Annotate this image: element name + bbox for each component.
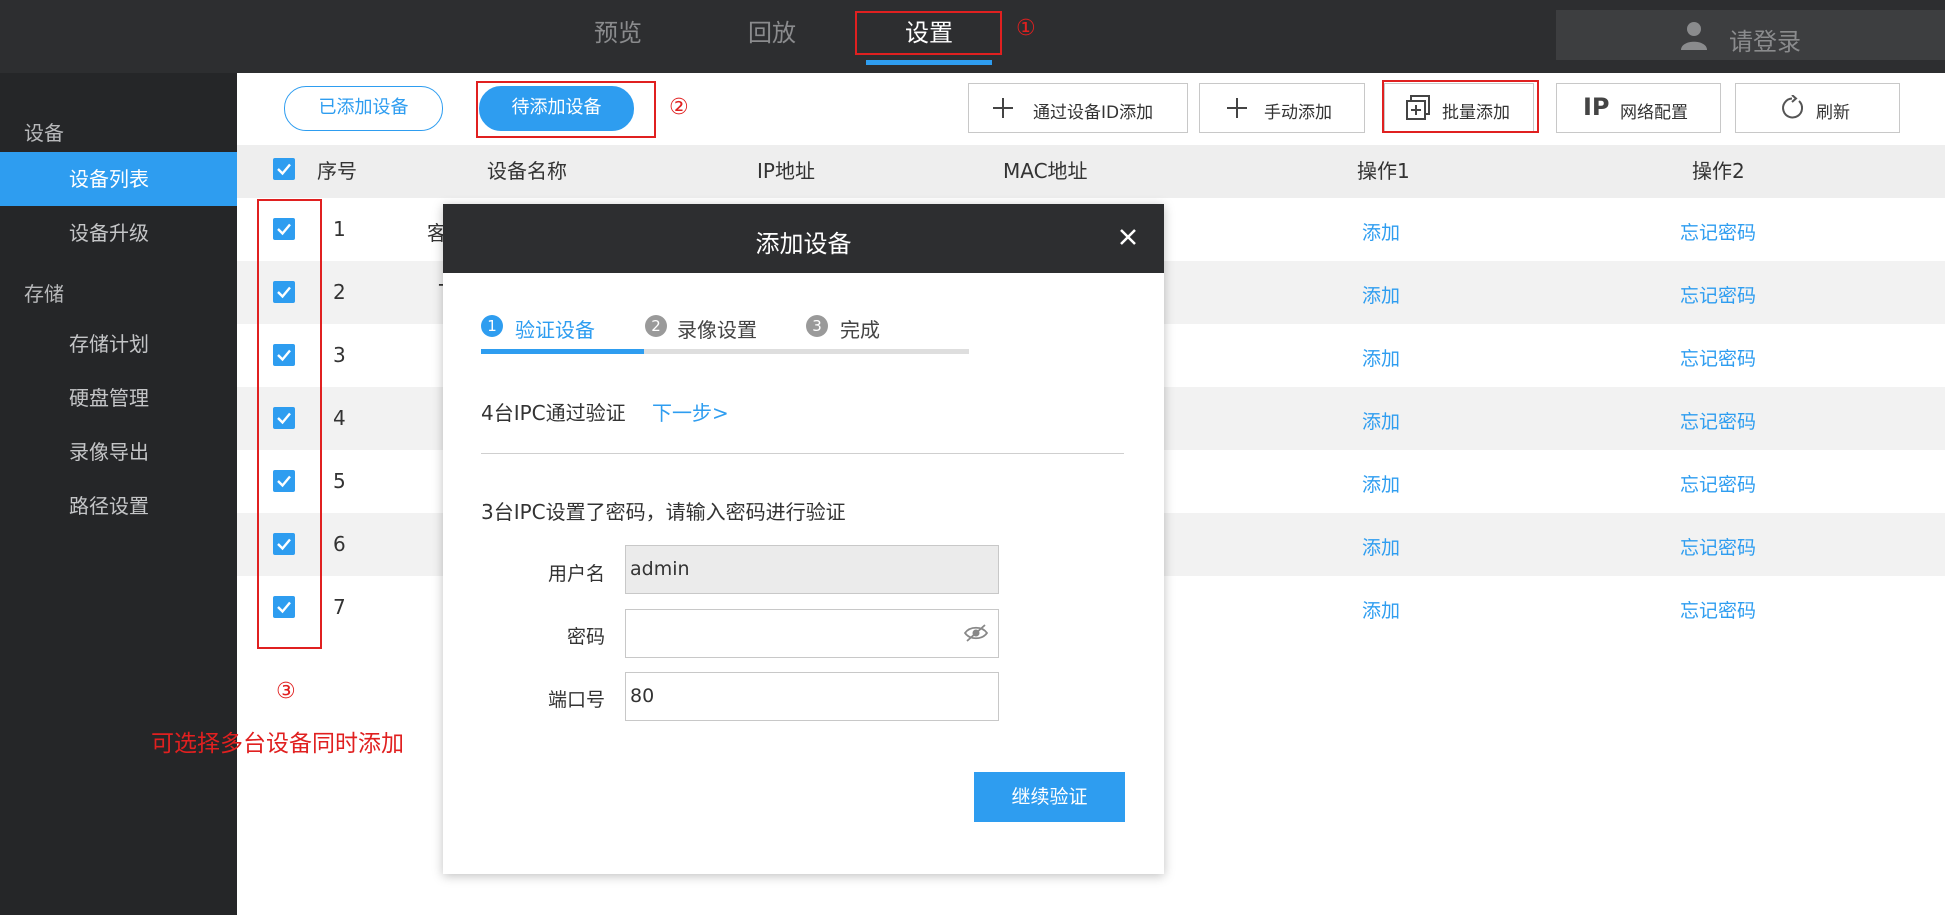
table-header: 序号 设备名称 IP地址 MAC地址 操作1 操作2	[237, 145, 1945, 198]
sidebar-item-disk-management[interactable]: 硬盘管理	[0, 371, 237, 425]
step-progress-fill	[481, 349, 644, 354]
divider	[481, 453, 1124, 454]
eye-hidden-icon[interactable]	[963, 623, 989, 643]
refresh-label: 刷新	[1816, 103, 1850, 123]
plus-icon	[993, 98, 1013, 118]
annotation-marker-3: ③	[276, 679, 296, 704]
verified-count-text: 4台IPC通过验证	[481, 401, 626, 425]
row-number: 5	[333, 469, 346, 493]
add-device-dialog: 添加设备 1 验证设备 2 录像设置 3 完成 4台IPC通过验证 下一步> 3…	[443, 204, 1164, 874]
active-tab-indicator	[866, 60, 992, 65]
row-forgot-password-link[interactable]: 忘记密码	[1680, 596, 1756, 623]
row-number: 3	[333, 343, 346, 367]
tab-playback[interactable]: 回放	[722, 0, 822, 68]
annotation-box-2	[476, 81, 656, 138]
row-number: 2	[333, 280, 346, 304]
manual-add-button[interactable]: 手动添加	[1199, 83, 1365, 133]
username-field[interactable]: admin	[625, 545, 999, 594]
network-config-button[interactable]: IP 网络配置	[1556, 83, 1721, 133]
row-forgot-password-link[interactable]: 忘记密码	[1680, 470, 1756, 497]
tab-preview[interactable]: 预览	[568, 0, 668, 68]
row-number: 4	[333, 406, 346, 430]
row-add-link[interactable]: 添加	[1362, 344, 1400, 371]
dialog-title: 添加设备	[755, 230, 852, 258]
password-prompt-text: 3台IPC设置了密码，请输入密码进行验证	[481, 500, 846, 524]
next-step-link[interactable]: 下一步>	[652, 397, 729, 426]
sidebar-item-device-upgrade[interactable]: 设备升级	[0, 206, 237, 260]
add-by-id-label: 通过设备ID添加	[1033, 103, 1154, 123]
annotation-box-3	[257, 199, 322, 649]
user-icon	[1681, 22, 1707, 50]
step-2-badge: 2	[645, 315, 667, 337]
row-forgot-password-link[interactable]: 忘记密码	[1680, 281, 1756, 308]
step-1-badge: 1	[481, 315, 503, 337]
add-by-id-button[interactable]: 通过设备ID添加	[968, 83, 1188, 133]
row-forgot-password-link[interactable]: 忘记密码	[1680, 218, 1756, 245]
sidebar-item-storage-plan[interactable]: 存储计划	[0, 317, 237, 371]
row-forgot-password-link[interactable]: 忘记密码	[1680, 533, 1756, 560]
step-3-label: 完成	[840, 318, 880, 342]
sidebar-item-device-list[interactable]: 设备列表	[0, 152, 237, 206]
annotation-marker-1: ①	[1016, 16, 1036, 41]
row-number: 6	[333, 532, 346, 556]
column-header-op2: 操作2	[1692, 159, 1745, 183]
dialog-header: 添加设备	[443, 204, 1164, 273]
network-config-label: 网络配置	[1620, 103, 1688, 123]
sidebar-group-storage: 存储	[24, 282, 64, 306]
annotation-note-3: 可选择多台设备同时添加	[151, 731, 404, 757]
column-header-mac: MAC地址	[1003, 159, 1088, 183]
refresh-icon	[1782, 95, 1804, 119]
continue-verify-button[interactable]: 继续验证	[974, 772, 1125, 822]
row-add-link[interactable]: 添加	[1362, 596, 1400, 623]
column-header-ip: IP地址	[757, 159, 815, 183]
sidebar-item-path-settings[interactable]: 路径设置	[0, 479, 237, 533]
row-forgot-password-link[interactable]: 忘记密码	[1680, 407, 1756, 434]
row-add-link[interactable]: 添加	[1362, 470, 1400, 497]
username-label: 用户名	[547, 563, 605, 585]
check-icon	[277, 163, 291, 176]
column-header-device-name: 设备名称	[487, 159, 567, 183]
annotation-marker-2: ②	[669, 95, 689, 120]
password-field[interactable]	[625, 609, 999, 658]
password-label: 密码	[566, 626, 605, 648]
annotation-box-4	[1382, 80, 1539, 133]
sidebar-item-record-export[interactable]: 录像导出	[0, 425, 237, 479]
step-2-label: 录像设置	[677, 318, 757, 342]
manual-add-label: 手动添加	[1264, 103, 1332, 123]
added-devices-button[interactable]: 已添加设备	[284, 86, 443, 131]
sidebar: 设备 设备列表 设备升级 存储 存储计划 硬盘管理 录像导出 路径设置	[0, 73, 237, 915]
column-header-no: 序号	[317, 159, 357, 183]
row-forgot-password-link[interactable]: 忘记密码	[1680, 344, 1756, 371]
row-add-link[interactable]: 添加	[1362, 281, 1400, 308]
login-label[interactable]: 请登录	[1729, 22, 1801, 57]
port-field[interactable]: 80	[625, 672, 999, 721]
row-add-link[interactable]: 添加	[1362, 218, 1400, 245]
refresh-button[interactable]: 刷新	[1735, 83, 1900, 133]
column-header-op1: 操作1	[1357, 159, 1410, 183]
sidebar-group-device: 设备	[24, 121, 64, 145]
plus-icon	[1227, 98, 1247, 118]
select-all-checkbox[interactable]	[273, 158, 295, 180]
close-icon[interactable]	[1115, 224, 1141, 250]
step-1-label: 验证设备	[515, 318, 595, 342]
row-add-link[interactable]: 添加	[1362, 407, 1400, 434]
step-3-badge: 3	[806, 315, 828, 337]
annotation-box-1	[855, 11, 1002, 55]
ip-icon: IP	[1583, 93, 1610, 121]
row-number: 1	[333, 217, 346, 241]
port-label: 端口号	[547, 689, 605, 711]
row-add-link[interactable]: 添加	[1362, 533, 1400, 560]
row-number: 7	[333, 595, 346, 619]
